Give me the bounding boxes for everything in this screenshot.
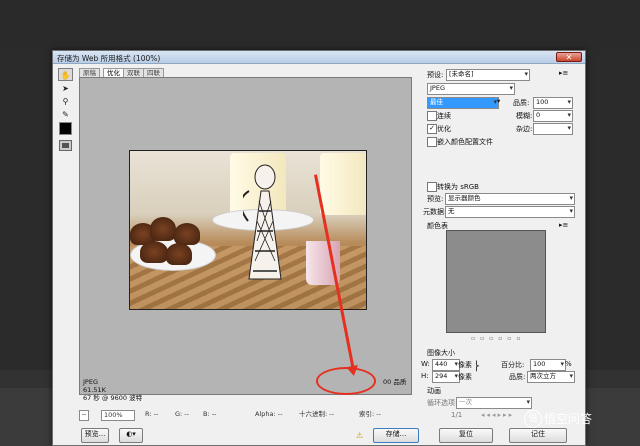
quality-preset-select[interactable]: 最佳 xyxy=(427,97,499,109)
browser-select-button[interactable]: ◐▾ xyxy=(119,428,143,443)
eyedropper-icon[interactable]: ✎ xyxy=(58,108,73,121)
width-input[interactable]: 440 xyxy=(432,359,460,371)
animation-controls[interactable]: ◂◂◂▸▸▸ xyxy=(481,411,514,419)
matte-label: 杂边: xyxy=(516,125,533,133)
width-label: W: xyxy=(421,360,430,368)
wukong-logo-icon: 悟 xyxy=(524,410,542,428)
image-size-title: 图像大小 xyxy=(427,349,455,357)
save-button[interactable]: 存储... xyxy=(373,428,419,443)
format-select[interactable]: JPEG xyxy=(427,83,515,95)
zoom-out-button[interactable]: − xyxy=(79,410,89,421)
progressive-checkbox[interactable] xyxy=(427,111,437,121)
background-top xyxy=(0,0,640,50)
preset-select[interactable]: [未命名] xyxy=(446,69,530,81)
slice-select-icon[interactable]: ➤ xyxy=(58,82,73,95)
optimized-checkbox[interactable]: ✓ xyxy=(427,124,437,134)
quality-preset-dropdown-icon[interactable]: ▾ xyxy=(497,97,500,105)
metadata-select[interactable]: 无 xyxy=(445,206,575,218)
zoom-level-select[interactable]: 100% xyxy=(101,410,135,421)
preset-label: 预设: xyxy=(427,71,444,79)
warning-icon: ⚠ xyxy=(356,431,364,440)
embed-profile-label: 嵌入颜色配置文件 xyxy=(437,138,493,146)
frame-counter: 1/1 xyxy=(451,411,463,419)
blur-input[interactable]: 0 xyxy=(533,110,573,122)
preview-mode-select[interactable]: 显示器颜色 xyxy=(445,193,575,205)
resample-label: 品质: xyxy=(509,373,526,381)
eiffel-teapot-icon xyxy=(243,164,282,280)
hand-icon[interactable]: ✋ xyxy=(58,68,73,81)
loop-select[interactable]: 一次 xyxy=(456,397,532,409)
matte-select[interactable] xyxy=(533,123,573,135)
color-table[interactable] xyxy=(446,230,546,333)
color-table-menu-icon[interactable]: ▸≡ xyxy=(559,221,568,229)
height-label: H: xyxy=(421,372,429,380)
watermark-text: 悟空问答 xyxy=(544,412,593,426)
percent-label: 百分比: xyxy=(501,361,525,369)
optimized-label: 优化 xyxy=(437,125,451,133)
height-unit: 像素 xyxy=(458,373,472,381)
toggle-slices-icon[interactable] xyxy=(59,140,72,151)
panel-menu-icon[interactable]: ▸≡ xyxy=(559,69,568,77)
animation-title: 动画 xyxy=(427,387,441,395)
readout-index: 索引: -- xyxy=(359,410,381,418)
reset-button[interactable]: 复位 xyxy=(439,428,493,443)
preview-pane[interactable] xyxy=(79,77,412,395)
color-table-actions[interactable]: ▫▫▫▫▫▫ xyxy=(471,335,525,342)
preview-button[interactable]: 预览... xyxy=(81,428,109,443)
readout-g: G: -- xyxy=(175,410,189,418)
constrain-link-icon[interactable]: ⎬ xyxy=(473,362,480,372)
annotation-circle xyxy=(316,367,376,395)
info-time: 67 秒 @ 9600 波特 xyxy=(83,394,143,402)
progressive-label: 连续 xyxy=(437,112,451,120)
convert-srgb-checkbox[interactable] xyxy=(427,182,437,192)
toolbox: ✋ ➤ ⚲ ✎ xyxy=(58,68,74,158)
preview-image xyxy=(129,150,367,310)
remember-button[interactable]: 记住 xyxy=(509,428,567,443)
height-input[interactable]: 294 xyxy=(432,371,460,383)
readout-alpha: Alpha: -- xyxy=(255,410,283,418)
width-unit: 像素 xyxy=(458,361,472,369)
metadata-label: 元数据: xyxy=(423,208,447,216)
color-table-label: 颜色表 xyxy=(427,222,448,230)
readout-b: B: -- xyxy=(203,410,217,418)
percent-input[interactable]: 100 xyxy=(530,359,566,371)
close-button[interactable]: ✕ xyxy=(556,52,582,62)
readout-hex: 十六进制: -- xyxy=(299,410,334,418)
embed-profile-checkbox[interactable] xyxy=(427,137,437,147)
eyedropper-color-swatch[interactable] xyxy=(59,122,72,135)
blur-label: 模糊: xyxy=(516,112,533,120)
preview-mode-label: 预览: xyxy=(427,195,444,203)
percent-unit: % xyxy=(565,360,572,368)
zoom-icon[interactable]: ⚲ xyxy=(58,95,73,108)
dialog-title: 存储为 Web 所用格式 (100%) xyxy=(57,54,161,63)
convert-srgb-label: 转换为 sRGB xyxy=(437,183,479,191)
quality-label: 品质: xyxy=(513,99,530,107)
readout-r: R: -- xyxy=(145,410,159,418)
loop-label: 循环选项: xyxy=(427,399,458,407)
info-quality: 00 品质 xyxy=(383,378,407,386)
resample-select[interactable]: 两次立方 xyxy=(527,371,575,383)
title-bar: 存储为 Web 所用格式 (100%) ✕ xyxy=(53,51,585,64)
quality-input[interactable]: 100 xyxy=(533,97,573,109)
